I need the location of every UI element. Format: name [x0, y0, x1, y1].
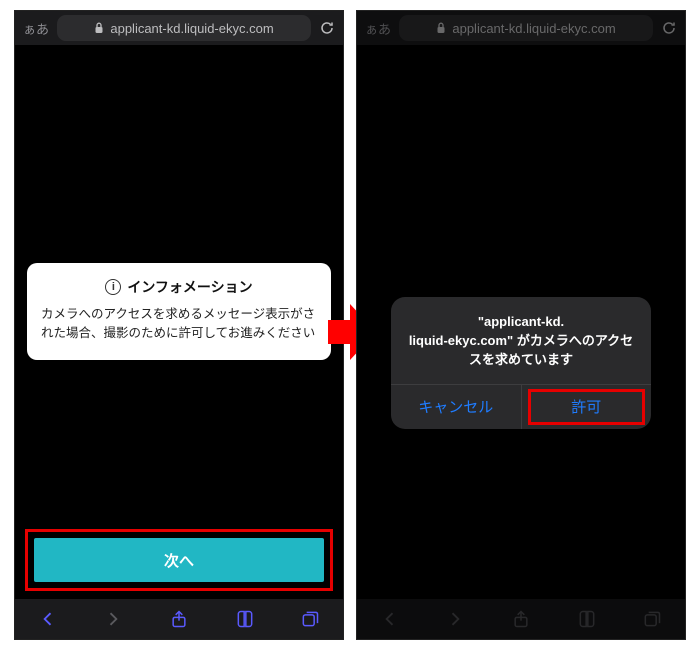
info-card: i インフォメーション カメラへのアクセスを求めるメッセージ表示がされた場合、撮… — [27, 263, 331, 360]
safari-toolbar — [357, 599, 685, 639]
alert-allow-label: 許可 — [571, 396, 601, 417]
share-icon[interactable] — [168, 608, 190, 630]
info-title: インフォメーション — [127, 277, 252, 297]
text-size-control[interactable]: ぁあ — [365, 19, 391, 38]
alert-buttons: キャンセル 許可 — [391, 384, 651, 429]
address-domain: applicant-kd.liquid-ekyc.com — [452, 21, 615, 36]
safari-address-bar: ぁあ applicant-kd.liquid-ekyc.com — [15, 11, 343, 45]
back-icon[interactable] — [37, 608, 59, 630]
webpage-viewport: i インフォメーション カメラへのアクセスを求めるメッセージ表示がされた場合、撮… — [15, 45, 343, 599]
reload-icon[interactable] — [319, 20, 335, 36]
next-button-highlight: 次へ — [25, 529, 333, 591]
forward-icon — [444, 608, 466, 630]
webpage-viewport: "applicant-kd. liquid-ekyc.com" がカメラへのアク… — [357, 45, 685, 599]
comparison-stage: ぁあ applicant-kd.liquid-ekyc.com i インフォメー… — [0, 0, 700, 650]
lock-icon — [94, 22, 104, 34]
phone-right: ぁあ applicant-kd.liquid-ekyc.com "applica… — [356, 10, 686, 640]
forward-icon — [102, 608, 124, 630]
bookmarks-icon — [576, 608, 598, 630]
back-icon — [379, 608, 401, 630]
alert-allow-button[interactable]: 許可 — [521, 385, 652, 429]
alert-message: "applicant-kd. liquid-ekyc.com" がカメラへのアク… — [391, 297, 651, 384]
tabs-icon[interactable] — [299, 608, 321, 630]
share-icon — [510, 608, 532, 630]
address-pill[interactable]: applicant-kd.liquid-ekyc.com — [399, 15, 653, 41]
address-domain: applicant-kd.liquid-ekyc.com — [110, 21, 273, 36]
address-pill[interactable]: applicant-kd.liquid-ekyc.com — [57, 15, 311, 41]
camera-permission-alert: "applicant-kd. liquid-ekyc.com" がカメラへのアク… — [391, 297, 651, 429]
tabs-icon — [641, 608, 663, 630]
reload-icon[interactable] — [661, 20, 677, 36]
next-button[interactable]: 次へ — [34, 538, 324, 582]
text-size-control[interactable]: ぁあ — [23, 19, 49, 38]
info-title-row: i インフォメーション — [41, 277, 317, 297]
safari-address-bar: ぁあ applicant-kd.liquid-ekyc.com — [357, 11, 685, 45]
bookmarks-icon[interactable] — [234, 608, 256, 630]
alert-cancel-button[interactable]: キャンセル — [391, 385, 521, 429]
info-icon: i — [105, 279, 121, 295]
safari-toolbar — [15, 599, 343, 639]
lock-icon — [436, 22, 446, 34]
info-body: カメラへのアクセスを求めるメッセージ表示がされた場合、撮影のために許可してお進み… — [41, 305, 317, 344]
phone-left: ぁあ applicant-kd.liquid-ekyc.com i インフォメー… — [14, 10, 344, 640]
